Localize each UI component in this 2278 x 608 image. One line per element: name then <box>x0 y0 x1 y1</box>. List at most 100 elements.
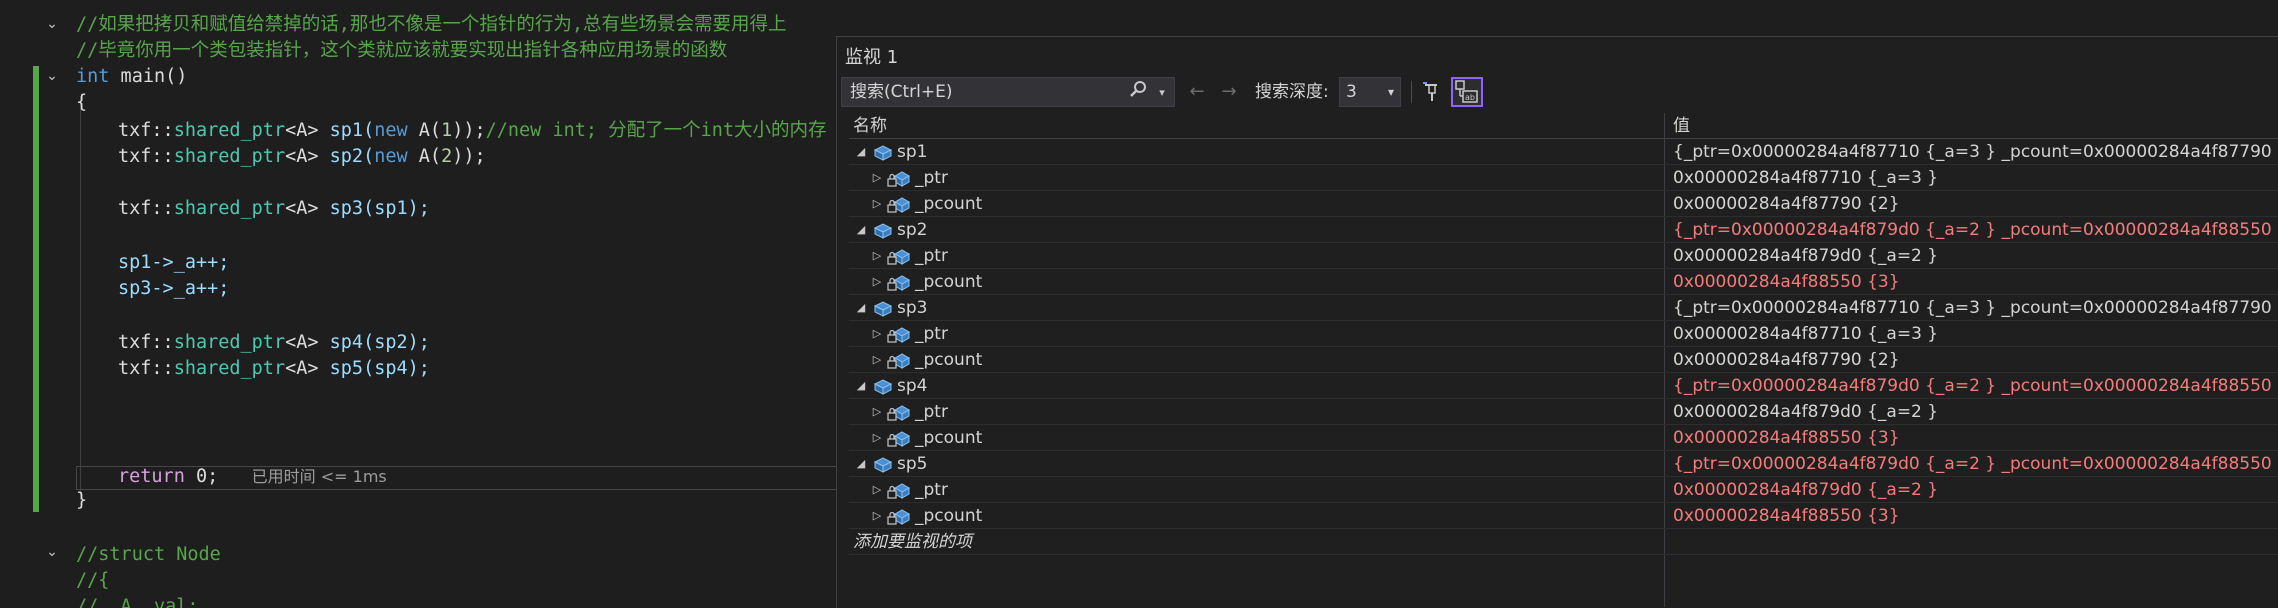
expand-triangle-icon[interactable]: ▷ <box>869 425 885 451</box>
template-arg: <A> <box>285 146 319 167</box>
collapse-triangle-icon[interactable]: ◢ <box>853 139 869 165</box>
expand-triangle-icon[interactable]: ▷ <box>869 477 885 503</box>
search-box[interactable]: ▾ <box>841 77 1175 107</box>
watch-item-name: _ptr <box>915 246 948 266</box>
private-field-icon <box>887 351 911 369</box>
back-arrow-icon[interactable]: ← <box>1185 77 1209 107</box>
keyword-new: new <box>374 146 408 167</box>
var-sp1: sp1( <box>329 120 375 141</box>
fold-chevron-icon[interactable]: ⌄ <box>44 68 60 84</box>
type-shared-ptr: shared_ptr <box>173 120 286 141</box>
expand-triangle-icon[interactable]: ▷ <box>869 347 885 373</box>
expand-triangle-icon[interactable]: ▷ <box>869 399 885 425</box>
forward-arrow-icon[interactable]: → <box>1217 77 1241 107</box>
watch-item-value[interactable]: {_ptr=0x00000284a4f879d0 {_a=2 } _pcount… <box>1673 373 2278 399</box>
expand-triangle-icon[interactable]: ▷ <box>869 321 885 347</box>
elapsed-time-hint: 已用时间 <= 1ms <box>251 467 387 486</box>
watch-row-child[interactable]: ▷ _ptr 0x00000284a4f87710 {_a=3 } <box>849 321 2278 347</box>
watch-item-value[interactable]: {_ptr=0x00000284a4f879d0 {_a=2 } _pcount… <box>1673 217 2278 243</box>
watch-item-value[interactable]: 0x00000284a4f879d0 {_a=2 } <box>1673 243 1938 269</box>
private-field-icon <box>887 247 911 265</box>
ctor-a: A( <box>407 146 442 167</box>
watch-row-child[interactable]: ▷ _pcount 0x00000284a4f88550 {3} <box>849 269 2278 295</box>
private-field-icon <box>887 169 911 187</box>
watch-item-name: _pcount <box>915 272 983 292</box>
expand-triangle-icon[interactable]: ▷ <box>869 503 885 529</box>
watch-row-child[interactable]: ▷ _pcount 0x00000284a4f87790 {2} <box>849 191 2278 217</box>
var-sp5: sp5(sp4); <box>329 358 430 379</box>
fold-chevron-icon[interactable]: ⌄ <box>44 16 60 32</box>
pin-icon[interactable] <box>1419 79 1445 105</box>
watch-row-child[interactable]: ▷ _ptr 0x00000284a4f879d0 {_a=2 } <box>849 399 2278 425</box>
watch-item-value[interactable]: 0x00000284a4f87710 {_a=3 } <box>1673 321 1938 347</box>
watch-grid[interactable]: 名称 值 ◢ sp1 {_ptr=0x00000284a4f87710 {_a=3 … <box>849 113 2278 608</box>
watch-item-value[interactable]: 0x00000284a4f87710 {_a=3 } <box>1673 165 1938 191</box>
watch-row-child[interactable]: ▷ _pcount 0x00000284a4f88550 {3} <box>849 503 2278 529</box>
namespace-txf: txf:: <box>118 332 174 353</box>
watch-row-child[interactable]: ▷ _ptr 0x00000284a4f879d0 {_a=2 } <box>849 243 2278 269</box>
object-variable-icon <box>871 143 895 161</box>
search-dropdown-chevron-icon[interactable]: ▾ <box>1152 78 1172 108</box>
number-literal: 2 <box>441 146 453 167</box>
watch-item-value[interactable]: 0x00000284a4f88550 {3} <box>1673 503 1900 529</box>
fold-chevron-icon[interactable]: ⌄ <box>44 544 60 560</box>
search-input[interactable] <box>842 78 1122 106</box>
type-shared-ptr: shared_ptr <box>173 332 286 353</box>
watch-item-value[interactable]: 0x00000284a4f88550 {3} <box>1673 425 1900 451</box>
watch-item-value[interactable]: {_ptr=0x00000284a4f879d0 {_a=2 } _pcount… <box>1673 451 2278 477</box>
collapse-triangle-icon[interactable]: ◢ <box>853 217 869 243</box>
watch-item-value[interactable]: 0x00000284a4f87790 {2} <box>1673 347 1900 373</box>
watch-window[interactable]: 监视 1 ▾ ← → 搜索深度: 3▾ ab 名称 值 ◢sp1{_ptr=0x… <box>836 36 2278 608</box>
watch-item-name: sp4 <box>897 376 928 396</box>
collapse-triangle-icon[interactable]: ◢ <box>853 451 869 477</box>
expand-triangle-icon[interactable]: ▷ <box>869 269 885 295</box>
watch-row-child[interactable]: ▷ _pcount 0x00000284a4f88550 {3} <box>849 425 2278 451</box>
add-watch-item-row[interactable]: 添加要监视的项 <box>849 529 2278 555</box>
collapse-triangle-icon[interactable]: ◢ <box>853 373 869 399</box>
watch-item-name: _ptr <box>915 402 948 422</box>
watch-item-value[interactable]: 0x00000284a4f879d0 {_a=2 } <box>1673 399 1938 425</box>
type-shared-ptr: shared_ptr <box>173 146 286 167</box>
search-icon[interactable] <box>1126 78 1150 108</box>
watch-item-value[interactable]: {_ptr=0x00000284a4f87710 {_a=3 } _pcount… <box>1673 295 2278 321</box>
var-sp2: sp2( <box>329 146 375 167</box>
code-line-return: return 0; 已用时间 <= 1ms <box>118 464 387 490</box>
expand-triangle-icon[interactable]: ▷ <box>869 191 885 217</box>
code-line-sp1-inc: sp1->_a++; <box>118 252 230 273</box>
ctor-a: A( <box>407 120 442 141</box>
watch-item-name: sp3 <box>897 298 928 318</box>
private-field-icon <box>887 481 911 499</box>
watch-row-child[interactable]: ▷ _pcount 0x00000284a4f87790 {2} <box>849 347 2278 373</box>
watch-row-sp3[interactable]: ◢ sp3 {_ptr=0x00000284a4f87710 {_a=3 } _pc… <box>849 295 2278 321</box>
watch-row-sp5[interactable]: ◢ sp5 {_ptr=0x00000284a4f879d0 {_a=2 } _pc… <box>849 451 2278 477</box>
return-value: 0; <box>184 466 219 487</box>
watch-item-value[interactable]: 0x00000284a4f879d0 {_a=2 } <box>1673 477 1938 503</box>
watch-row-child[interactable]: ▷ _ptr 0x00000284a4f87710 {_a=3 } <box>849 165 2278 191</box>
watch-row-sp1[interactable]: ◢ sp1 {_ptr=0x00000284a4f87710 {_a=3 } _pc… <box>849 139 2278 165</box>
code-line-sp5: txf::shared_ptr<A> sp5(sp4); <box>118 356 430 382</box>
column-header-name[interactable]: 名称 <box>853 113 887 139</box>
watch-item-value[interactable]: {_ptr=0x00000284a4f87710 {_a=3 } _pcount… <box>1673 139 2278 165</box>
namespace-txf: txf:: <box>118 358 174 379</box>
watch-row-sp2[interactable]: ◢ sp2 {_ptr=0x00000284a4f879d0 {_a=2 } _pc… <box>849 217 2278 243</box>
expand-triangle-icon[interactable]: ▷ <box>869 243 885 269</box>
watch-row-child[interactable]: ▷ _ptr 0x00000284a4f879d0 {_a=2 } <box>849 477 2278 503</box>
watch-item-value[interactable]: 0x00000284a4f88550 {3} <box>1673 269 1900 295</box>
code-comment: //struct Node <box>76 544 221 565</box>
search-depth-select[interactable]: 3 ▾ <box>1339 77 1401 107</box>
expand-triangle-icon[interactable]: ▷ <box>869 165 885 191</box>
add-watch-item-placeholder[interactable]: 添加要监视的项 <box>853 529 972 555</box>
watch-toolbar: ▾ ← → 搜索深度: 3▾ ab <box>837 75 2278 111</box>
private-field-icon <box>887 403 911 421</box>
object-variable-icon <box>871 221 895 239</box>
collapse-triangle-icon[interactable]: ◢ <box>853 295 869 321</box>
column-header-value[interactable]: 值 <box>1673 113 1690 139</box>
code-line-main: int main() <box>76 64 187 90</box>
watch-item-value[interactable]: 0x00000284a4f87790 {2} <box>1673 191 1900 217</box>
toolbar-separator <box>1411 81 1412 103</box>
hex-display-toggle-icon[interactable]: ab <box>1451 77 1483 107</box>
watch-row-sp4[interactable]: ◢ sp4 {_ptr=0x00000284a4f879d0 {_a=2 } _pc… <box>849 373 2278 399</box>
code-comment: //{ <box>76 570 110 591</box>
function-main: main() <box>109 66 188 87</box>
code-line-sp3-inc: sp3->_a++; <box>118 278 230 299</box>
